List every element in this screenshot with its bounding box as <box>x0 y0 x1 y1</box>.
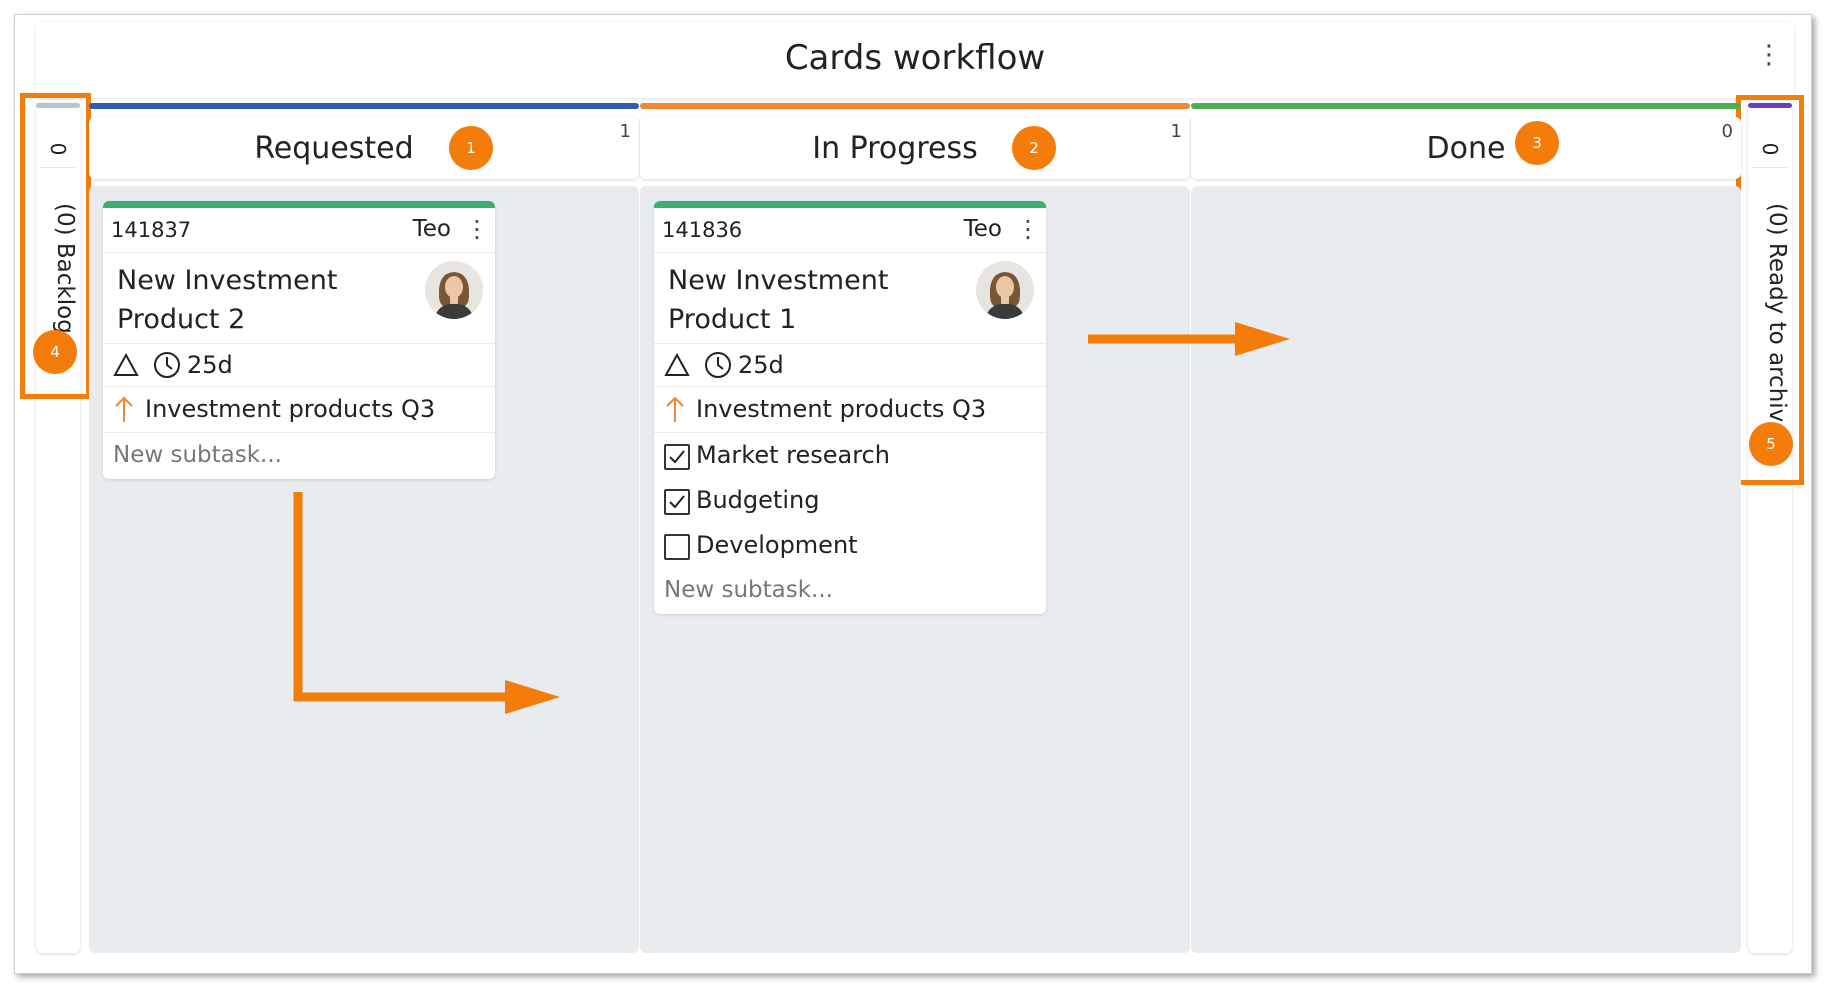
callout-badge-in-progress: 2 <box>1012 126 1056 170</box>
column-done: Done 0 3 <box>1191 103 1741 953</box>
subtask-label: Budgeting <box>696 486 820 514</box>
card-title[interactable]: New Investment Product 2 <box>117 261 397 339</box>
card-title[interactable]: New Investment Product 1 <box>668 261 948 339</box>
done-body <box>1191 186 1741 953</box>
card-duration: 25d <box>187 351 233 379</box>
card-id: 141836 <box>662 218 743 242</box>
new-subtask-row <box>654 568 1046 614</box>
new-subtask-input[interactable] <box>662 576 1026 604</box>
archive-highlight-box <box>1736 95 1804 485</box>
card-meta-row: 25d <box>654 344 1046 387</box>
card-id-row: 141836 Teo ⋮ <box>654 208 1046 253</box>
checkmark-icon <box>669 495 685 509</box>
in-progress-header[interactable]: In Progress 1 <box>640 117 1190 179</box>
arrow-up-icon <box>666 396 684 422</box>
subtask-row[interactable]: Market research <box>654 433 1046 478</box>
warning-triangle-icon <box>664 353 690 376</box>
backlog-highlight-box <box>20 93 91 399</box>
callout-badge-done: 3 <box>1515 121 1559 165</box>
card-accent-bar <box>654 201 1046 208</box>
card-title-line1: New Investment <box>117 265 338 296</box>
in-progress-color-bar <box>640 103 1190 109</box>
requested-header[interactable]: Requested 1 <box>89 117 639 179</box>
card-parent-link: Investment products Q3 <box>696 395 987 423</box>
in-progress-count: 1 <box>1170 121 1182 142</box>
done-color-bar <box>1191 103 1741 109</box>
card-141836[interactable]: 141836 Teo ⋮ New Investment Product 1 25… <box>654 201 1046 614</box>
avatar[interactable] <box>425 261 483 319</box>
in-progress-title: In Progress <box>812 131 978 166</box>
requested-title: Requested <box>254 131 414 166</box>
done-header[interactable]: Done 0 <box>1191 117 1741 179</box>
checkbox-checked[interactable] <box>664 489 690 515</box>
board-menu-icon[interactable]: ⋮ <box>1756 42 1782 68</box>
card-title-row: New Investment Product 1 <box>654 253 1046 344</box>
card-owner: Teo <box>412 216 451 242</box>
callout-badge-requested: 1 <box>449 126 493 170</box>
column-in-progress: In Progress 1 2 141836 Teo ⋮ New Investm… <box>640 103 1190 953</box>
card-meta-row: 25d <box>103 344 495 387</box>
card-141837[interactable]: 141837 Teo ⋮ New Investment Product 2 25… <box>103 201 495 479</box>
board-header: Cards workflow ⋮ <box>36 22 1794 98</box>
board-title: Cards workflow <box>784 38 1046 78</box>
subtask-row[interactable]: Budgeting <box>654 478 1046 523</box>
new-subtask-input[interactable] <box>111 441 475 469</box>
subtask-label: Market research <box>696 441 890 469</box>
warning-triangle-icon <box>113 353 139 376</box>
card-id: 141837 <box>111 218 192 242</box>
subtask-row[interactable]: Development <box>654 523 1046 568</box>
card-owner: Teo <box>963 216 1002 242</box>
card-accent-bar <box>103 201 495 208</box>
done-title: Done <box>1426 131 1506 166</box>
card-parent-row[interactable]: Investment products Q3 <box>103 387 495 433</box>
card-parent-link: Investment products Q3 <box>145 395 436 423</box>
clock-icon <box>705 352 731 378</box>
card-title-row: New Investment Product 2 <box>103 253 495 344</box>
requested-count: 1 <box>619 121 631 142</box>
requested-body: 141837 Teo ⋮ New Investment Product 2 25… <box>89 186 639 953</box>
card-title-line2: Product 2 <box>117 304 246 335</box>
in-progress-body: 141836 Teo ⋮ New Investment Product 1 25… <box>640 186 1190 953</box>
new-subtask-row <box>103 433 495 479</box>
checkmark-icon <box>669 450 685 464</box>
done-count: 0 <box>1721 121 1733 142</box>
avatar[interactable] <box>976 261 1034 319</box>
subtask-label: Development <box>696 531 858 559</box>
card-id-row: 141837 Teo ⋮ <box>103 208 495 253</box>
card-title-line2: Product 1 <box>668 304 797 335</box>
requested-color-bar <box>89 103 639 109</box>
checkbox-unchecked[interactable] <box>664 534 690 560</box>
card-menu-icon[interactable]: ⋮ <box>465 217 489 241</box>
card-title-line1: New Investment <box>668 265 889 296</box>
card-parent-row[interactable]: Investment products Q3 <box>654 387 1046 433</box>
checkbox-checked[interactable] <box>664 444 690 470</box>
arrow-up-icon <box>115 396 133 422</box>
clock-icon <box>154 352 180 378</box>
card-duration: 25d <box>738 351 784 379</box>
card-menu-icon[interactable]: ⋮ <box>1016 217 1040 241</box>
column-requested: Requested 1 1 141837 Teo ⋮ New Investmen… <box>89 103 639 953</box>
